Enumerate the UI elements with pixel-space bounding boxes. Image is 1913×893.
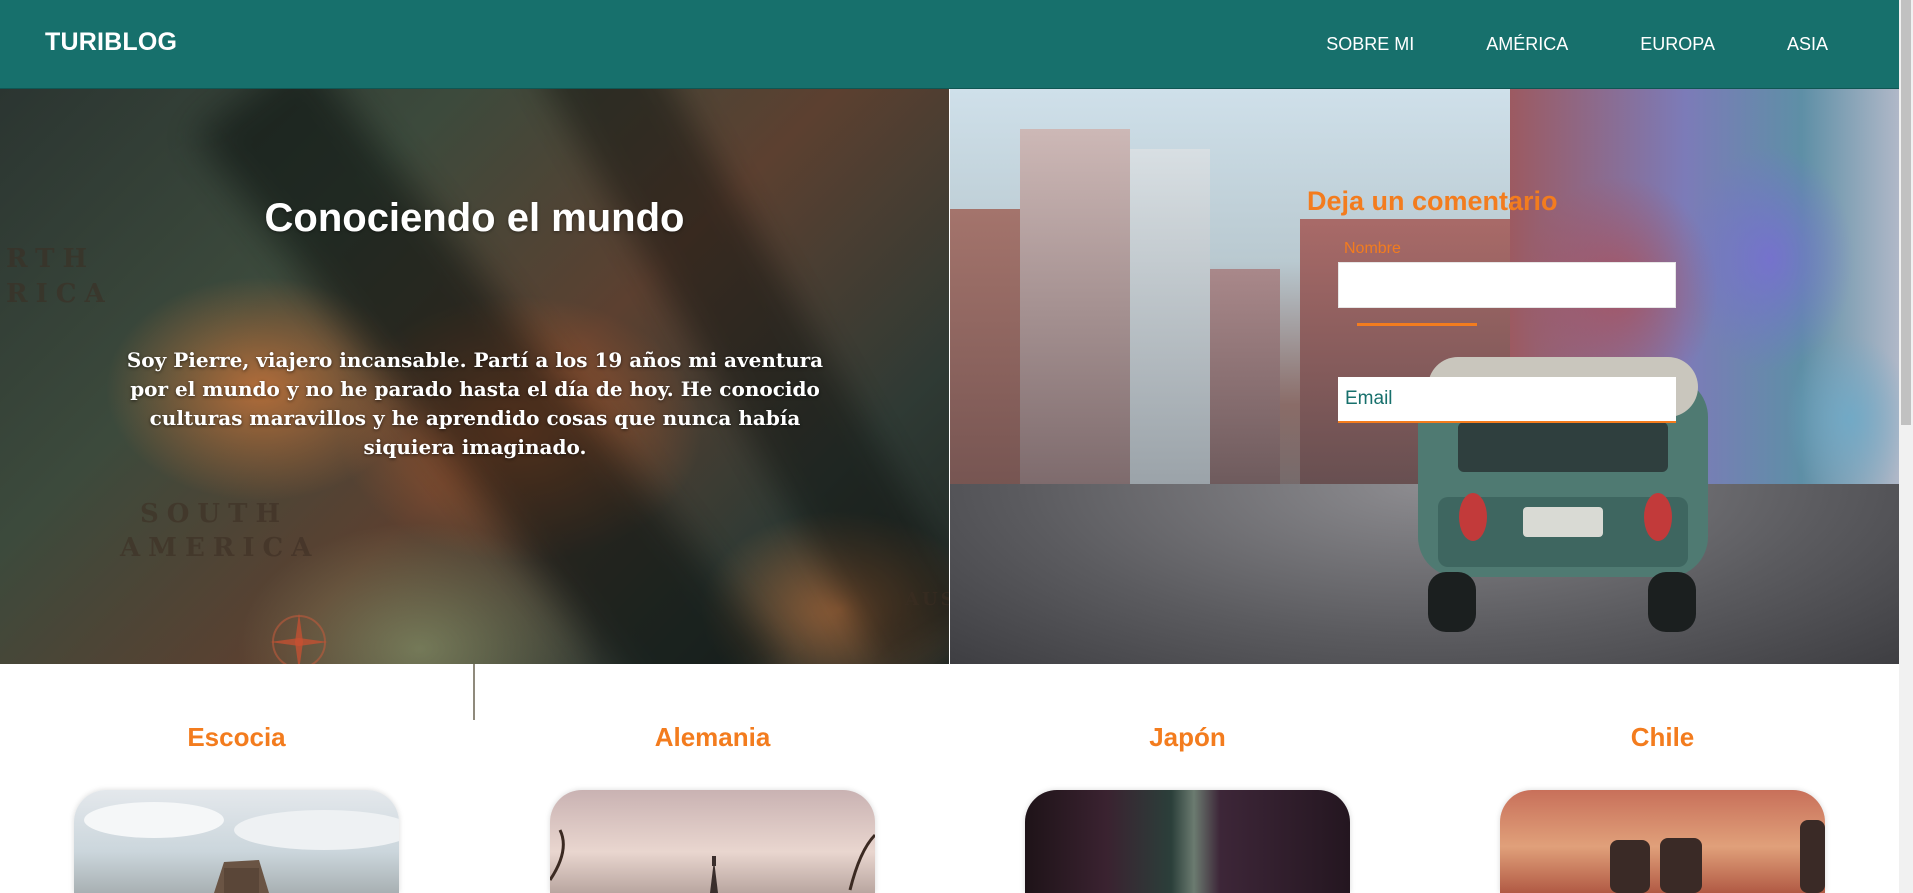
- building: [1020, 129, 1130, 489]
- name-input[interactable]: [1338, 262, 1676, 308]
- map-label: RICA: [6, 279, 113, 309]
- building: [1210, 269, 1280, 489]
- top-navbar: TURIBLOG SOBRE MI AMÉRICA EUROPA ASIA: [0, 0, 1899, 89]
- map-label: AMERICA: [120, 533, 320, 563]
- nav-link-america[interactable]: AMÉRICA: [1486, 33, 1568, 55]
- building: [1130, 149, 1210, 489]
- hero-description: Soy Pierre, viajero incansable. Partí a …: [126, 348, 824, 459]
- destination-image-japon[interactable]: [1025, 790, 1350, 893]
- map-label: SOUTH: [140, 499, 289, 529]
- destination-title-chile[interactable]: Chile: [1500, 722, 1825, 753]
- nav-link-asia[interactable]: ASIA: [1787, 33, 1828, 55]
- compass-rose-icon: [270, 613, 328, 664]
- map-label: AUST: [905, 589, 949, 610]
- destination-title-alemania[interactable]: Alemania: [550, 722, 875, 753]
- name-focus-underline: [1357, 323, 1477, 326]
- main-nav: SOBRE MI AMÉRICA EUROPA ASIA: [1254, 33, 1828, 55]
- hero-title: Conociendo el mundo: [264, 196, 685, 240]
- destination-title-japon[interactable]: Japón: [1025, 722, 1350, 753]
- brand-logo[interactable]: TURIBLOG: [45, 28, 177, 57]
- moai-statues-illustration: [1610, 820, 1825, 893]
- destination-image-chile[interactable]: [1500, 790, 1825, 893]
- church-spire-illustration: [550, 829, 875, 893]
- section-divider: [473, 664, 475, 720]
- comment-form-title: Deja un comentario: [1307, 186, 1558, 216]
- castle-illustration: [84, 802, 399, 893]
- destination-title-escocia[interactable]: Escocia: [74, 722, 399, 753]
- name-label: Nombre: [1344, 240, 1401, 257]
- nav-link-europa[interactable]: EUROPA: [1640, 33, 1715, 55]
- destination-image-alemania[interactable]: [550, 790, 875, 893]
- map-label: RTH: [6, 244, 96, 274]
- page-scrollbar[interactable]: [1899, 0, 1913, 893]
- destination-image-escocia[interactable]: [74, 790, 399, 893]
- scrollbar-thumb[interactable]: [1901, 0, 1911, 425]
- nav-link-sobre-mi[interactable]: SOBRE MI: [1326, 33, 1414, 55]
- email-input[interactable]: [1338, 377, 1676, 423]
